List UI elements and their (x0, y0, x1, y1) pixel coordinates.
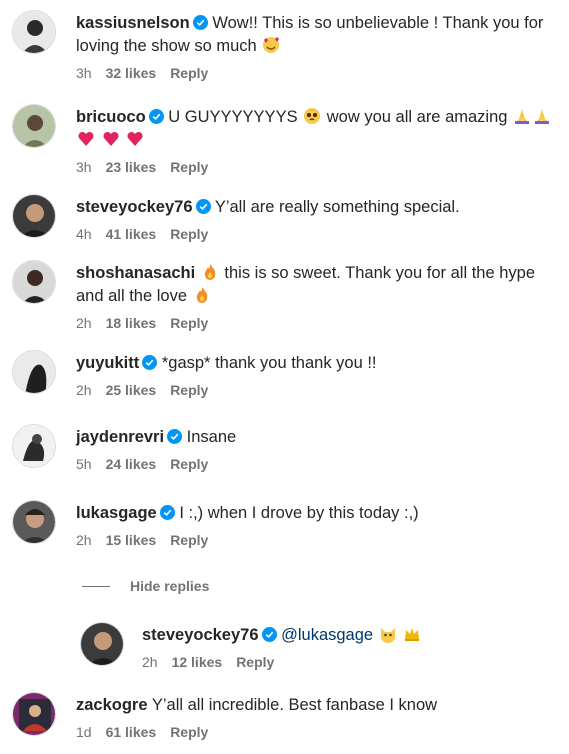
pleading-face-icon (304, 108, 321, 124)
reply-button[interactable]: Reply (170, 724, 208, 740)
mention-link[interactable]: @lukasgage (281, 626, 373, 644)
avatar-image (13, 351, 55, 393)
avatar-image (13, 501, 55, 543)
timestamp: 3h (76, 65, 92, 81)
reply-button[interactable]: Reply (170, 226, 208, 242)
username[interactable]: lukasgage (76, 504, 157, 522)
comment-text: *gasp* thank you thank you !! (161, 354, 377, 372)
crown-icon (405, 628, 420, 641)
fire-icon (204, 264, 216, 280)
username[interactable]: kassiusnelson (76, 14, 190, 32)
username[interactable]: zackogre (76, 696, 148, 714)
username[interactable]: steveyockey76 (76, 198, 193, 216)
heart-icon (78, 131, 94, 146)
timestamp: 2h (76, 382, 92, 398)
comment-text: and all the love (76, 287, 187, 305)
verified-icon (195, 199, 211, 214)
avatar[interactable] (12, 104, 56, 148)
username[interactable]: shoshanasachi (76, 264, 195, 282)
likes-count[interactable]: 18 likes (106, 315, 157, 331)
username[interactable]: steveyockey76 (142, 626, 259, 644)
username[interactable]: bricuoco (76, 108, 146, 126)
reply-button[interactable]: Reply (170, 532, 208, 548)
username[interactable]: yuyukitt (76, 354, 139, 372)
timestamp: 2h (76, 315, 92, 331)
hide-replies-label: Hide replies (130, 578, 210, 594)
likes-count[interactable]: 23 likes (106, 159, 157, 175)
timestamp: 1d (76, 724, 92, 740)
verified-icon (261, 627, 277, 642)
comment-text: I :,) when I drove by this today :,) (179, 504, 419, 522)
folded-hands-icon (535, 109, 550, 124)
timestamp: 2h (76, 532, 92, 548)
heart-icon (127, 131, 143, 146)
verified-icon (148, 109, 164, 124)
comment-text: Insane (186, 428, 237, 446)
avatar[interactable] (12, 424, 56, 468)
avatar-image (13, 693, 55, 735)
reply-button[interactable]: Reply (236, 654, 274, 670)
avatar[interactable] (12, 350, 56, 394)
comment-text: Wow!! This is so unbelievable ! Thank yo… (212, 14, 544, 32)
cat-face-icon (380, 628, 395, 643)
reply-button[interactable]: Reply (170, 159, 208, 175)
smiling-face-with-hearts-icon (263, 37, 280, 53)
likes-count[interactable]: 24 likes (106, 456, 157, 472)
avatar-image (13, 105, 55, 147)
reply-button[interactable]: Reply (170, 456, 208, 472)
likes-count[interactable]: 32 likes (106, 65, 157, 81)
verified-icon (159, 505, 175, 520)
timestamp: 2h (142, 654, 158, 670)
reply-button[interactable]: Reply (170, 382, 208, 398)
comment-text: U GUYYYYYYYS (168, 108, 298, 126)
timestamp: 5h (76, 456, 92, 472)
avatar[interactable] (12, 260, 56, 304)
verified-icon (167, 429, 183, 444)
likes-count[interactable]: 41 likes (106, 226, 157, 242)
avatar[interactable] (12, 194, 56, 238)
avatar-image (13, 195, 55, 237)
avatar-image (13, 425, 55, 467)
avatar-image (13, 11, 55, 53)
avatar[interactable] (80, 622, 124, 666)
likes-count[interactable]: 25 likes (106, 382, 157, 398)
folded-hands-icon (515, 109, 530, 124)
comment-text: Y’all are really something special. (214, 198, 460, 216)
divider (82, 585, 110, 587)
avatar[interactable] (12, 10, 56, 54)
likes-count[interactable]: 61 likes (106, 724, 157, 740)
timestamp: 4h (76, 226, 92, 242)
reply-button[interactable]: Reply (170, 315, 208, 331)
verified-icon (142, 355, 158, 370)
comment-text: this is so sweet. Thank you for all the … (224, 264, 536, 282)
heart-icon (103, 131, 119, 146)
timestamp: 3h (76, 159, 92, 175)
avatar-image (81, 623, 123, 665)
comment-text: wow you all are amazing (326, 108, 508, 126)
reply-button[interactable]: Reply (170, 65, 208, 81)
avatar[interactable] (12, 692, 56, 736)
comment-text: Y’all all incredible. Best fanbase I kno… (151, 696, 438, 714)
fire-icon (196, 287, 207, 303)
username[interactable]: jaydenrevri (76, 428, 164, 446)
avatar[interactable] (12, 500, 56, 544)
comment-text: loving the show so much (76, 37, 257, 55)
hide-replies-button[interactable]: Hide replies (82, 578, 209, 594)
likes-count[interactable]: 12 likes (172, 654, 223, 670)
avatar-image (13, 261, 55, 303)
likes-count[interactable]: 15 likes (106, 532, 157, 548)
verified-icon (192, 15, 208, 30)
